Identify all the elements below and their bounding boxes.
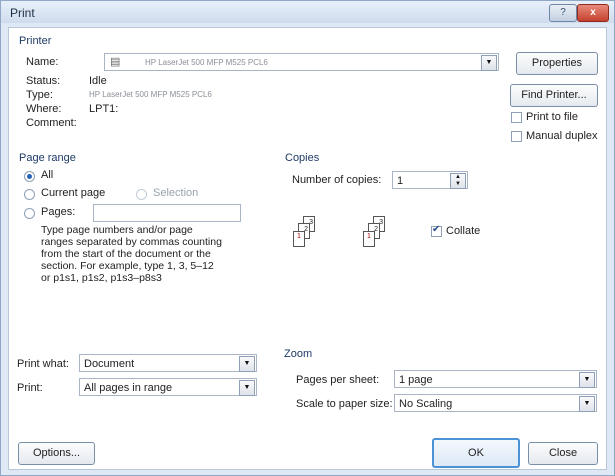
print-to-file-checkbox[interactable] [511, 112, 522, 123]
dialog-body: Printer Name: ▤ HP LaserJet 500 MFP M525… [8, 27, 607, 470]
chevron-down-icon[interactable]: ▼ [579, 372, 595, 388]
where-label: Where: [26, 103, 62, 115]
page-icon: 1 [363, 231, 375, 247]
chevron-down-icon[interactable]: ▼ [239, 380, 255, 396]
hint-line: Type page numbers and/or page [41, 224, 193, 236]
printer-group-label: Printer [19, 35, 52, 47]
close-button[interactable]: Close [528, 442, 598, 465]
all-radio[interactable] [24, 171, 35, 182]
pages-per-sheet-value: 1 page [399, 374, 433, 386]
title-bar: Print ? x [1, 1, 614, 23]
collate-label: Collate [446, 225, 481, 237]
hint-line: section. For example, type 1, 3, 5–12 [41, 260, 214, 272]
page-range-group-label: Page range [19, 152, 76, 164]
window-title: Print [10, 6, 35, 20]
printer-name-select[interactable]: ▤ HP LaserJet 500 MFP M525 PCL6 ▼ [104, 53, 499, 71]
zoom-group-label: Zoom [284, 348, 313, 360]
manual-duplex-label: Manual duplex [526, 130, 598, 142]
find-printer-button[interactable]: Find Printer... [510, 84, 598, 107]
current-page-label: Current page [41, 187, 106, 199]
scale-value: No Scaling [399, 398, 453, 410]
selection-label: Selection [153, 187, 199, 199]
type-value: HP LaserJet 500 MFP M525 PCL6 [89, 90, 212, 99]
printer-icon: ▤ [110, 56, 121, 68]
print-value: All pages in range [84, 382, 173, 394]
pages-per-sheet-select[interactable]: 1 page ▼ [394, 370, 597, 388]
ok-button[interactable]: OK [432, 438, 520, 468]
manual-duplex-checkbox[interactable] [511, 131, 522, 142]
comment-label: Comment: [26, 117, 77, 129]
scale-select[interactable]: No Scaling ▼ [394, 394, 597, 412]
print-what-value: Document [84, 358, 135, 370]
print-select[interactable]: All pages in range ▼ [79, 378, 257, 396]
spinner-icon[interactable]: ▲ ▼ [450, 173, 466, 189]
copies-group-label: Copies [285, 152, 320, 164]
hint-line: or p1s1, p1s2, p1s3–p8s3 [41, 272, 162, 284]
number-of-copies-label: Number of copies: [292, 174, 382, 186]
pages-input[interactable] [93, 204, 241, 222]
page-range-hint: Type page numbers and/or page ranges sep… [41, 224, 222, 284]
hint-line: ranges separated by commas counting [41, 236, 222, 248]
print-what-label: Print what: [17, 358, 69, 370]
current-page-radio[interactable] [24, 189, 35, 200]
pages-per-sheet-label: Pages per sheet: [296, 374, 380, 386]
chevron-down-icon[interactable]: ▼ [579, 396, 595, 412]
help-button[interactable]: ? [549, 4, 577, 22]
pages-label: Pages: [41, 206, 76, 218]
print-dialog: Print ? x Printer Name: ▤ HP LaserJet 50… [0, 0, 615, 476]
name-label: Name: [26, 56, 59, 68]
status-label: Status: [26, 75, 61, 87]
print-to-file-label: Print to file [526, 111, 578, 123]
chevron-down-icon[interactable]: ▼ [239, 356, 255, 372]
pages-radio[interactable] [24, 208, 35, 219]
where-value: LPT1: [89, 103, 119, 115]
all-label: All [41, 169, 54, 181]
status-value: Idle [89, 75, 107, 87]
chevron-down-icon[interactable]: ▼ [481, 55, 497, 71]
printer-name-value: HP LaserJet 500 MFP M525 PCL6 [145, 58, 268, 67]
copies-value: 1 [397, 175, 404, 187]
print-what-select[interactable]: Document ▼ [79, 354, 257, 372]
close-window-button[interactable]: x [577, 4, 609, 22]
scale-label: Scale to paper size: [296, 398, 393, 410]
copies-input[interactable]: 1 ▲ ▼ [392, 171, 468, 189]
hint-line: from the start of the document or the [41, 248, 211, 260]
type-label: Type: [26, 89, 53, 101]
properties-button[interactable]: Properties [516, 52, 598, 75]
page-icon: 1 [293, 231, 305, 247]
selection-radio[interactable] [136, 189, 147, 200]
options-button[interactable]: Options... [18, 442, 95, 465]
collate-checkbox[interactable] [431, 224, 442, 237]
print-label: Print: [17, 382, 43, 394]
